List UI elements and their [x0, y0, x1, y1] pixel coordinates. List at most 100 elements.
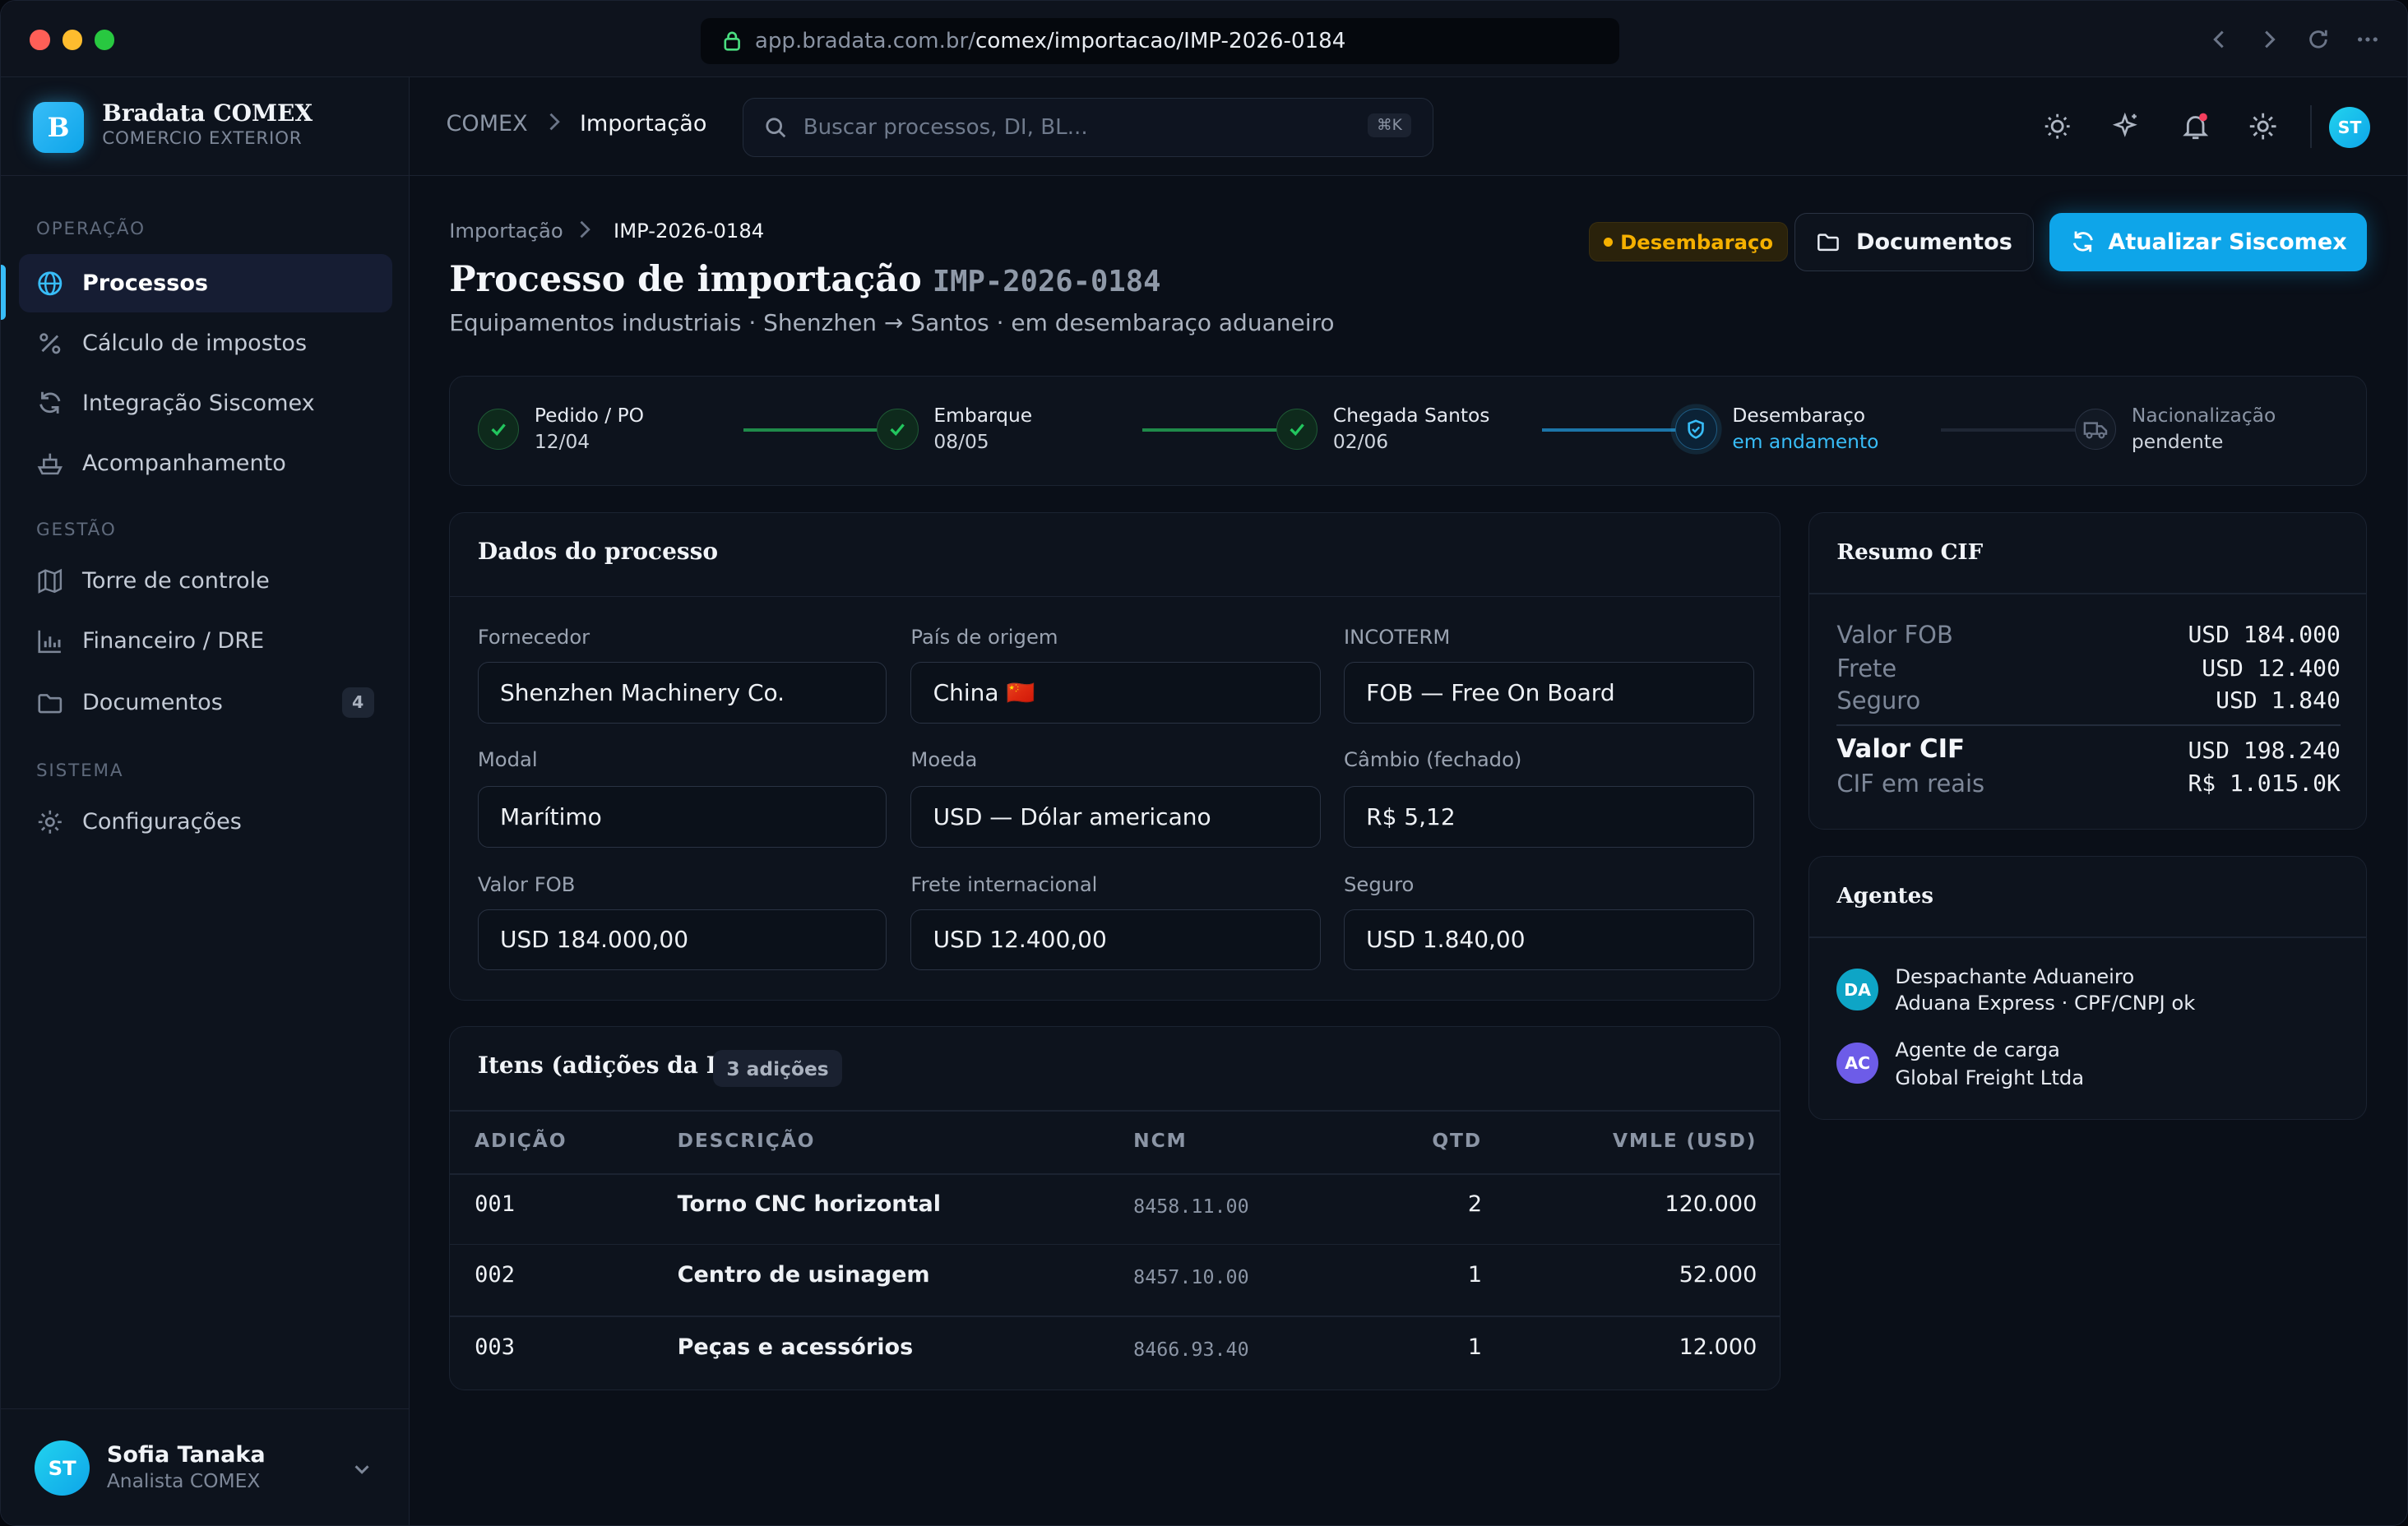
chevron-down-icon[interactable]	[351, 1459, 373, 1480]
reload-icon[interactable]	[2306, 27, 2331, 52]
cif-label: Seguro	[1836, 686, 1921, 714]
currency-field[interactable]: USD — Dólar americano	[910, 786, 1321, 848]
field-label: Modal	[477, 747, 538, 772]
sparkle-icon[interactable]	[2111, 111, 2142, 141]
shield-icon	[1685, 418, 1706, 440]
sidebar-item-label: Cálculo de impostos	[81, 330, 308, 356]
card-divider	[1808, 936, 2367, 939]
search-input[interactable]: Buscar processos, DI, BL... ⌘K	[742, 97, 1434, 158]
incoterm-field[interactable]: FOB — Free On Board	[1344, 661, 1754, 724]
cell-vmle: 12.000	[1679, 1334, 1757, 1360]
sun-icon[interactable]	[2042, 111, 2072, 141]
column-header-ncm[interactable]: NCM	[1133, 1129, 1187, 1152]
cif-divider	[1836, 724, 2341, 727]
cif-total-label: Valor CIF	[1836, 733, 1966, 764]
agent-detail: Aduana Express · CPF/CNPJ ok	[1895, 990, 2196, 1015]
modal-field[interactable]: Marítimo	[477, 786, 887, 848]
timeline-step-nacionalizacao	[2074, 408, 2117, 451]
sidebar-item-documentos[interactable]: Documentos 4	[19, 673, 392, 732]
search-placeholder: Buscar processos, DI, BL...	[803, 115, 1088, 141]
column-header-vmle[interactable]: VMLE (USD)	[1525, 1129, 1757, 1152]
cif-reais-label: CIF em reais	[1836, 769, 1985, 798]
breadcrumb-comex[interactable]: COMEX	[447, 111, 528, 136]
fob-value-field[interactable]: USD 184.000,00	[477, 909, 887, 971]
insurance-field[interactable]: USD 1.840,00	[1344, 909, 1754, 971]
documents-button[interactable]: Documentos	[1794, 212, 2035, 271]
sidebar-item-integracao-siscomex[interactable]: Integração Siscomex	[19, 374, 392, 432]
sidebar-item-acompanhamento[interactable]: Acompanhamento	[19, 434, 392, 492]
bell-icon[interactable]	[2180, 111, 2211, 141]
address-bar[interactable]: app.bradata.com.br/comex/importacao/IMP-…	[701, 17, 1620, 64]
agent-role: Despachante Aduaneiro	[1895, 964, 2135, 988]
sidebar-item-calculo-impostos[interactable]: Cálculo de impostos	[19, 314, 392, 372]
timeline-connector	[743, 428, 882, 432]
cell-ncm: 8466.93.40	[1133, 1337, 1249, 1361]
sidebar-item-configuracoes[interactable]: Configurações	[19, 793, 392, 852]
minimize-window-button[interactable]	[62, 30, 82, 50]
agents-card: Agentes DA Despachante Aduaneiro Aduana …	[1808, 856, 2368, 1121]
close-window-button[interactable]	[30, 30, 50, 50]
row-divider	[450, 1243, 1781, 1246]
supplier-field[interactable]: Shenzhen Machinery Co.	[477, 661, 887, 724]
active-indicator	[1, 265, 6, 321]
sidebar-item-financeiro[interactable]: Financeiro / DRE	[19, 612, 392, 670]
timeline-step-date: 02/06	[1332, 429, 1389, 453]
field-label: Valor FOB	[477, 872, 576, 896]
process-data-title: Dados do processo	[477, 537, 719, 565]
cell-qtd: 1	[1467, 1334, 1483, 1360]
more-icon[interactable]	[2355, 27, 2380, 52]
sidebar-item-label: Configurações	[81, 809, 242, 835]
refresh-icon	[2070, 229, 2096, 255]
timeline-step-status: pendente	[2131, 429, 2224, 453]
cell-ncm: 8457.10.00	[1133, 1265, 1249, 1288]
folder-icon	[1816, 229, 1841, 254]
search-shortcut: ⌘K	[1367, 113, 1412, 137]
timeline-step-title: Embarque	[933, 404, 1033, 428]
agent-detail: Global Freight Ltda	[1895, 1066, 2085, 1089]
folder-icon	[36, 689, 64, 717]
settings-icon[interactable]	[2248, 111, 2278, 141]
cell-qtd: 2	[1467, 1191, 1483, 1218]
cell-vmle: 120.000	[1665, 1191, 1757, 1218]
cell-ncm: 8458.11.00	[1133, 1194, 1249, 1218]
timeline-step-date: 12/04	[534, 429, 590, 453]
cif-summary-title: Resumo CIF	[1836, 539, 1984, 565]
breadcrumb-importacao-link[interactable]: Importação	[449, 219, 563, 243]
column-header-descricao[interactable]: DESCRIÇÃO	[678, 1129, 816, 1152]
url-path: comex/importacao/IMP-2026-0184	[975, 28, 1346, 53]
browser-chrome: app.bradata.com.br/comex/importacao/IMP-…	[1, 1, 2407, 78]
sidebar-item-torre-controle[interactable]: Torre de controle	[19, 552, 392, 610]
freight-field[interactable]: USD 12.400,00	[910, 909, 1321, 971]
sidebar-item-label: Acompanhamento	[81, 450, 286, 476]
cif-label: Valor FOB	[1836, 620, 1953, 649]
topbar: COMEX Importação Buscar processos, DI, B…	[409, 77, 2407, 176]
cell-adicao: 002	[475, 1262, 515, 1288]
status-dot-icon	[1603, 237, 1613, 247]
check-icon	[887, 418, 908, 440]
brand-subtitle: COMERCIO EXTERIOR	[102, 127, 303, 149]
topbar-divider	[2310, 104, 2313, 149]
column-header-adicao[interactable]: ADIÇÃO	[475, 1129, 567, 1152]
sidebar-item-processos[interactable]: Processos	[19, 254, 393, 313]
sidebar-item-label: Financeiro / DRE	[81, 628, 265, 654]
origin-country-field[interactable]: China 🇨🇳	[910, 661, 1321, 724]
user-profile[interactable]: ST Sofia Tanaka Analista COMEX	[1, 1408, 410, 1525]
agent-avatar: AC	[1836, 1043, 1878, 1084]
timeline-step-status: em andamento	[1732, 429, 1879, 453]
timeline-step-embarque	[877, 408, 919, 451]
column-header-qtd[interactable]: QTD	[1390, 1129, 1482, 1152]
sidebar-item-label: Documentos	[81, 689, 223, 715]
cell-descricao: Centro de usinagem	[677, 1262, 930, 1288]
field-label: Câmbio (fechado)	[1344, 747, 1522, 772]
update-siscomex-button[interactable]: Atualizar Siscomex	[2049, 212, 2368, 271]
topbar-avatar[interactable]: ST	[2328, 106, 2371, 149]
back-icon[interactable]	[2207, 27, 2232, 52]
timeline-step-title: Pedido / PO	[534, 404, 644, 428]
maximize-window-button[interactable]	[94, 30, 115, 50]
exchange-rate-field[interactable]: R$ 5,12	[1344, 786, 1754, 848]
field-label: Frete internacional	[910, 872, 1098, 896]
forward-icon[interactable]	[2257, 27, 2281, 52]
lock-icon	[723, 30, 741, 51]
timeline-step-date: 08/05	[933, 429, 989, 453]
percent-icon	[36, 330, 64, 358]
